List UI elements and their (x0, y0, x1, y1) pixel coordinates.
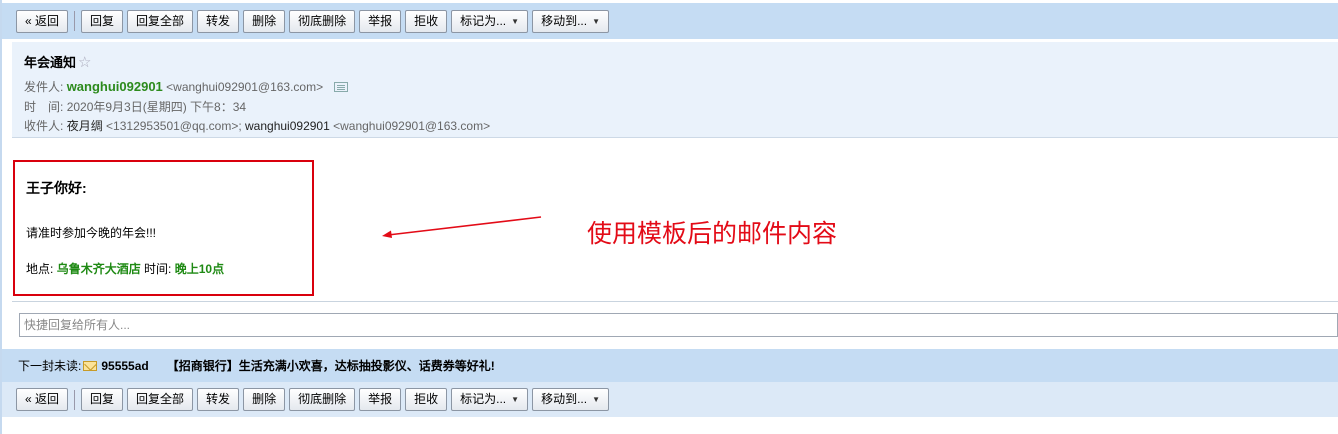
back-button[interactable]: « 返回 (16, 388, 69, 411)
from-name[interactable]: wanghui092901 (67, 79, 163, 94)
from-row: 发件人: wanghui092901 <wanghui092901@163.co… (24, 78, 349, 95)
top-toolbar: « 返回 回复 回复全部 转发 删除 彻底删除 举报 拒收 标记为... ▼ 移动… (2, 3, 1338, 39)
from-label: 发件人: (24, 80, 64, 94)
chevron-down-icon: ▼ (511, 395, 520, 404)
body-time-label: 时间: (144, 262, 172, 276)
move-to-dropdown[interactable]: 移动到... ▼ (532, 388, 609, 411)
move-to-label: 移动到... (541, 13, 588, 28)
mark-as-dropdown[interactable]: 标记为... ▼ (451, 388, 529, 411)
body-greeting: 王子你好: (26, 180, 87, 196)
annotation-text: 使用模板后的邮件内容 (587, 220, 838, 248)
place-value: 乌鲁木齐大酒店 (56, 262, 141, 276)
reply-all-button[interactable]: 回复全部 (127, 388, 194, 411)
bottom-toolbar: « 返回 回复 回复全部 转发 删除 彻底删除 举报 拒收 标记为... ▼ 移动… (2, 382, 1338, 417)
time-row: 时 间: 2020年9月3日(星期四) 下午8：34 (24, 98, 246, 115)
email-body-highlight: 王子你好: 请准时参加今晚的年会!!! 地点: 乌鲁木齐大酒店 时间: 晚上10… (13, 160, 314, 296)
time-value: 2020年9月3日(星期四) 下午8：34 (66, 100, 247, 114)
toolbar-separator (74, 389, 76, 410)
chevron-down-icon: ▼ (511, 16, 520, 26)
envelope-icon (83, 360, 98, 371)
report-button[interactable]: 举报 (359, 388, 402, 411)
move-to-dropdown[interactable]: 移动到... ▼ (532, 9, 609, 33)
delete-forever-button[interactable]: 彻底删除 (289, 388, 356, 411)
annotation-arrow (382, 216, 542, 238)
to-name-1[interactable]: 夜月绸 (67, 119, 103, 133)
divider (12, 301, 1338, 302)
reply-button[interactable]: 回复 (81, 388, 124, 411)
forward-button[interactable]: 转发 (197, 388, 240, 411)
to-label: 收件人: (24, 119, 64, 133)
quick-reply-input[interactable]: 快捷回复给所有人... (19, 313, 1338, 337)
next-unread-subject[interactable]: 【招商银行】生活充满小欢喜，达标抽投影仪、话费券等好礼! (167, 357, 495, 374)
time-label: 时 间: (24, 100, 64, 114)
delete-button[interactable]: 删除 (243, 9, 286, 33)
email-subject: 年会通知 ☆ (24, 52, 91, 71)
email-header: 年会通知 ☆ 发件人: wanghui092901 <wanghui092901@… (12, 42, 1338, 138)
to-address-2: <wanghui092901@163.com> (333, 119, 491, 133)
from-address: <wanghui092901@163.com> (166, 80, 324, 94)
contact-card-icon[interactable] (334, 82, 349, 92)
next-unread-label: 下一封未读: (18, 359, 82, 373)
back-button[interactable]: « 返回 (16, 9, 69, 33)
report-button[interactable]: 举报 (359, 9, 402, 33)
reply-all-button[interactable]: 回复全部 (127, 9, 194, 33)
reply-button[interactable]: 回复 (81, 9, 124, 33)
delete-forever-button[interactable]: 彻底删除 (289, 9, 356, 33)
forward-button[interactable]: 转发 (197, 9, 240, 33)
body-line: 请准时参加今晚的年会!!! (26, 226, 157, 240)
next-unread-sender[interactable]: 95555ad (101, 359, 148, 373)
star-icon[interactable]: ☆ (78, 54, 91, 71)
subject-text: 年会通知 (24, 55, 77, 70)
to-name-2[interactable]: wanghui092901 (245, 119, 330, 133)
toolbar-separator (74, 11, 76, 31)
place-label: 地点: (26, 262, 54, 276)
mark-as-label: 标记为... (460, 13, 507, 28)
mark-as-label: 标记为... (460, 392, 507, 406)
mark-as-dropdown[interactable]: 标记为... ▼ (451, 9, 529, 33)
next-unread-bar[interactable]: 下一封未读: 95555ad 【招商银行】生活充满小欢喜，达标抽投影仪、话费券等… (2, 349, 1338, 382)
chevron-down-icon: ▼ (592, 395, 600, 404)
to-row: 收件人: 夜月绸 <1312953501@qq.com>; wanghui092… (24, 117, 490, 134)
body-details: 地点: 乌鲁木齐大酒店 时间: 晚上10点 (26, 260, 224, 277)
body-time-value: 晚上10点 (174, 262, 225, 276)
chevron-down-icon: ▼ (592, 16, 600, 26)
move-to-label: 移动到... (541, 392, 588, 406)
reject-button[interactable]: 拒收 (405, 388, 448, 411)
delete-button[interactable]: 删除 (243, 388, 286, 411)
to-address-1: <1312953501@qq.com>; (106, 119, 242, 133)
reject-button[interactable]: 拒收 (405, 9, 448, 33)
